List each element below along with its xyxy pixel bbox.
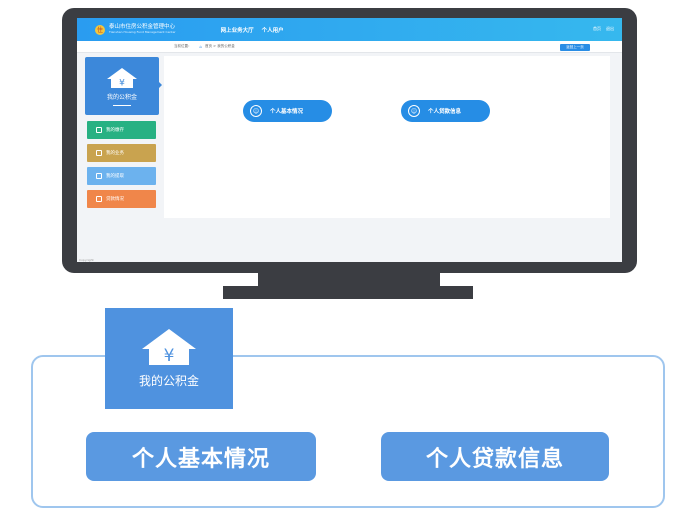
sidebar-title: 我的公积金: [106, 94, 137, 101]
back-button[interactable]: 返回上一页: [560, 44, 590, 51]
sidebar-caret: [159, 82, 162, 88]
basic-info-button[interactable]: ☺ 个人基本情况: [243, 100, 332, 122]
house-yuan-icon: ¥: [107, 68, 137, 89]
app-header: 住 泰山市住房公积金管理中心 Tianshan Housing Fund Man…: [77, 18, 622, 41]
nav-online-hall[interactable]: 网上业务大厅: [221, 26, 254, 34]
sidebar-item-deposit[interactable]: 我的缴存: [87, 121, 156, 139]
monitor-neck: [258, 273, 440, 287]
content-panel: ☺ 个人基本情况 ☺ 个人贷款信息: [164, 56, 610, 218]
sidebar-item-label: 贷款情况: [106, 197, 124, 202]
logout-link[interactable]: 退出: [606, 26, 614, 32]
person-icon: ☺: [250, 105, 262, 117]
callout-basic-info-button[interactable]: 个人基本情况: [86, 432, 316, 481]
basic-info-label: 个人基本情况: [270, 109, 304, 115]
svg-text:¥: ¥: [164, 346, 175, 366]
header-right: 首页 退出: [593, 26, 614, 32]
sidebar-item-label: 我的缴存: [106, 128, 124, 133]
breadcrumb-label: 当前位置：: [174, 44, 192, 48]
logo-glyph: 住: [96, 27, 103, 34]
svg-text:¥: ¥: [119, 79, 125, 89]
callout-card-title: 我的公积金: [138, 374, 199, 388]
sidebar-item-label: 我的业务: [106, 151, 124, 156]
footer-text: Copyright: [79, 258, 94, 262]
logo-text: 泰山市住房公积金管理中心 Tianshan Housing Fund Manag…: [109, 24, 176, 35]
business-icon: [96, 150, 102, 156]
person-icon: ☺: [408, 105, 420, 117]
callout-loan-info-button[interactable]: 个人贷款信息: [381, 432, 609, 481]
stage: 住 泰山市住房公积金管理中心 Tianshan Housing Fund Man…: [0, 0, 700, 525]
callout-card[interactable]: ¥ 我的公积金: [105, 308, 233, 409]
home-icon: ⌂: [199, 44, 203, 49]
breadcrumb: 当前位置： ⌂ 首页 > 我的公积金 返回上一页: [77, 41, 622, 53]
sidebar: ¥ 我的公积金 我的缴存 我的业务 我的提取 贷款情况: [83, 56, 162, 216]
home-link[interactable]: 首页: [593, 26, 601, 32]
sidebar-header: ¥ 我的公积金: [85, 57, 159, 115]
sidebar-item-label: 我的提取: [106, 174, 124, 179]
monitor-base: [223, 286, 473, 299]
nav-personal-user[interactable]: 个人用户: [262, 26, 284, 34]
loan-info-button[interactable]: ☺ 个人贷款信息: [401, 100, 490, 122]
breadcrumb-path: 首页 > 我的公积金: [205, 44, 235, 48]
org-name-en: Tianshan Housing Fund Management Center: [109, 30, 176, 35]
loan-info-label: 个人贷款信息: [428, 109, 462, 115]
sidebar-underline: [113, 105, 131, 106]
logo-icon: 住: [95, 24, 105, 35]
loan-icon: [96, 196, 102, 202]
sidebar-item-business[interactable]: 我的业务: [87, 144, 156, 162]
sidebar-item-loan[interactable]: 贷款情况: [87, 190, 156, 208]
sidebar-item-withdraw[interactable]: 我的提取: [87, 167, 156, 185]
withdraw-icon: [96, 173, 102, 179]
house-yuan-icon: ¥: [142, 329, 196, 366]
monitor-screen: 住 泰山市住房公积金管理中心 Tianshan Housing Fund Man…: [77, 18, 622, 262]
header-nav: 网上业务大厅 个人用户: [221, 26, 284, 34]
deposit-icon: [96, 127, 102, 133]
